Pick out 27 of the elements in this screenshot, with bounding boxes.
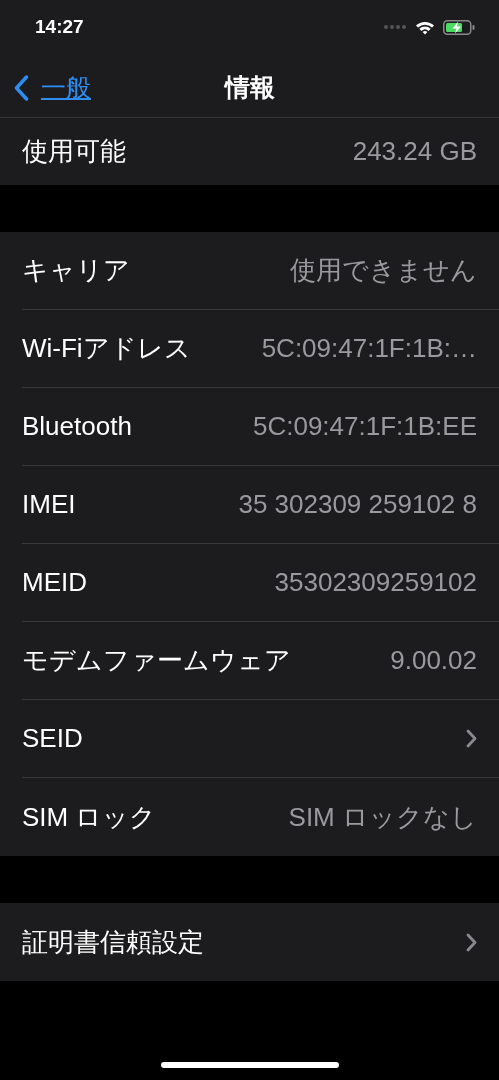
chevron-right-icon (466, 729, 477, 748)
wifi-icon (415, 19, 435, 35)
row-label: モデムファームウェア (22, 644, 291, 677)
nav-title: 情報 (224, 72, 275, 103)
chevron-right-icon (466, 932, 477, 952)
status-time: 14:27 (35, 16, 84, 38)
back-link[interactable]: 一般 (14, 71, 91, 104)
row-label: 使用可能 (22, 135, 126, 168)
row-label: SEID (22, 723, 83, 754)
row-value: 35302309259102 (273, 567, 477, 598)
battery-charging-icon (443, 19, 475, 35)
row-label: SIM ロック (22, 800, 157, 834)
signal-icon (383, 24, 407, 30)
row-value: 使用できません (289, 254, 477, 287)
back-chevron-icon (14, 74, 29, 101)
row-label: 証明書信頼設定 (22, 925, 204, 959)
row-value: 35 302309 259102 8 (237, 489, 477, 520)
row-label: キャリア (22, 254, 130, 287)
row-label: MEID (22, 567, 87, 598)
row-value: 5C:09:47:1F:1B:EE (251, 411, 477, 442)
row-value: SIM ロックなし (287, 800, 477, 834)
row-value: 9.00.02 (389, 645, 477, 676)
row-label: IMEI (22, 489, 76, 520)
row-label: Wi-Fiアドレス (22, 332, 191, 365)
row-value: 5C:09:47:1F:1B:… (260, 333, 477, 364)
row-label: Bluetooth (22, 411, 132, 442)
row-value: 243.24 GB (351, 136, 477, 167)
